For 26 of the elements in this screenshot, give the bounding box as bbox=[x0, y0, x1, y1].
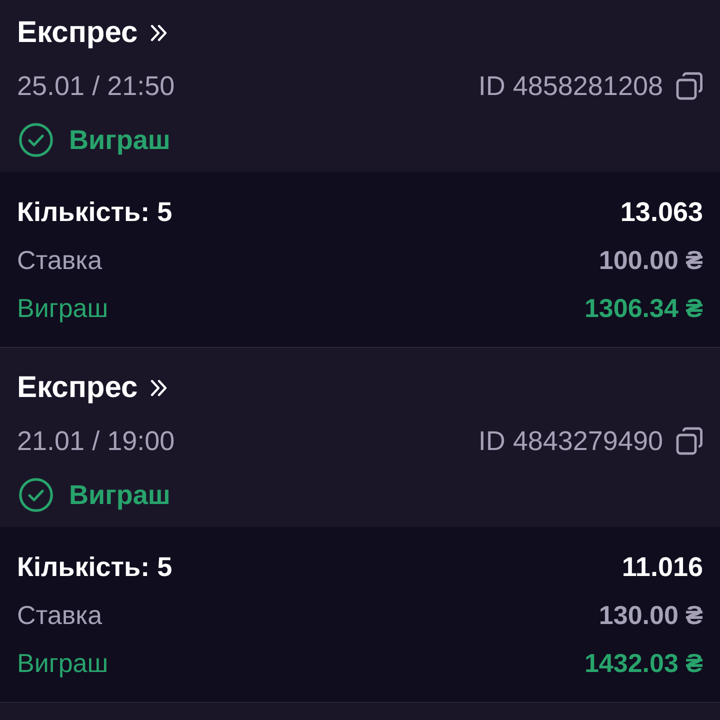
selection-count: Кількість: 5 bbox=[17, 551, 172, 584]
check-circle-icon bbox=[19, 478, 53, 512]
selection-count: Кількість: 5 bbox=[17, 196, 172, 229]
payout-label: Виграш bbox=[17, 647, 108, 680]
payout-amount: 1432.03 ₴ bbox=[584, 647, 703, 680]
bet-id: ID 4858281208 bbox=[478, 70, 663, 103]
stake-label: Ставка bbox=[17, 244, 102, 277]
copy-icon[interactable] bbox=[676, 72, 703, 100]
total-odds: 11.016 bbox=[622, 551, 703, 584]
stake-amount: 100.00 ₴ bbox=[598, 244, 703, 277]
bet-status: Виграш bbox=[69, 124, 170, 157]
bet-status: Виграш bbox=[69, 479, 170, 512]
stake-amount: 130.00 ₴ bbox=[598, 599, 703, 632]
payout-amount: 1306.34 ₴ bbox=[584, 292, 703, 325]
bet-type-button[interactable]: Експрес bbox=[17, 368, 167, 408]
bet-type-button[interactable]: Експрес bbox=[17, 13, 167, 53]
payout-label: Виграш bbox=[17, 292, 108, 325]
bet-id: ID 4843279490 bbox=[478, 425, 663, 458]
bet-datetime: 21.01 / 19:00 bbox=[17, 425, 175, 458]
copy-icon[interactable] bbox=[676, 427, 703, 455]
bet-datetime: 25.01 / 21:50 bbox=[17, 70, 175, 103]
double-chevron-icon bbox=[150, 24, 167, 42]
check-circle-icon bbox=[19, 123, 53, 157]
double-chevron-icon bbox=[150, 379, 167, 397]
total-odds: 13.063 bbox=[620, 196, 703, 229]
stake-label: Ставка bbox=[17, 599, 102, 632]
